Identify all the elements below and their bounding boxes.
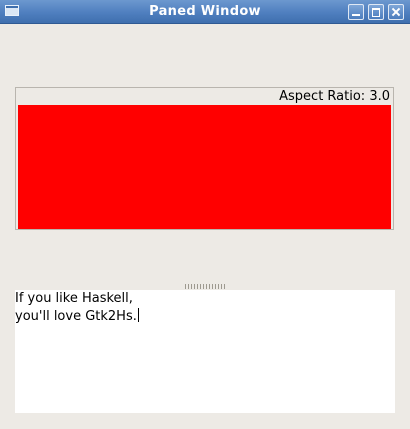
aspect-frame: Aspect Ratio: 3.0: [15, 87, 394, 230]
maximize-icon[interactable]: [368, 4, 384, 20]
minimize-icon[interactable]: [348, 4, 364, 20]
app-window: Paned Window Aspect Ratio: 3.0 If you li…: [0, 0, 410, 429]
title-bar[interactable]: Paned Window: [0, 0, 410, 24]
aspect-ratio-label: Aspect Ratio: 3.0: [279, 89, 390, 104]
text-view[interactable]: If you like Haskell, you'll love Gtk2Hs.: [15, 290, 395, 413]
close-icon[interactable]: [388, 4, 404, 20]
pane-divider-handle[interactable]: [185, 284, 225, 289]
text-cursor: [137, 308, 139, 322]
text-line-content: you'll love Gtk2Hs.: [15, 309, 137, 324]
text-line: you'll love Gtk2Hs.: [15, 308, 139, 324]
drawing-area: [18, 105, 391, 229]
text-line: If you like Haskell,: [15, 291, 133, 306]
